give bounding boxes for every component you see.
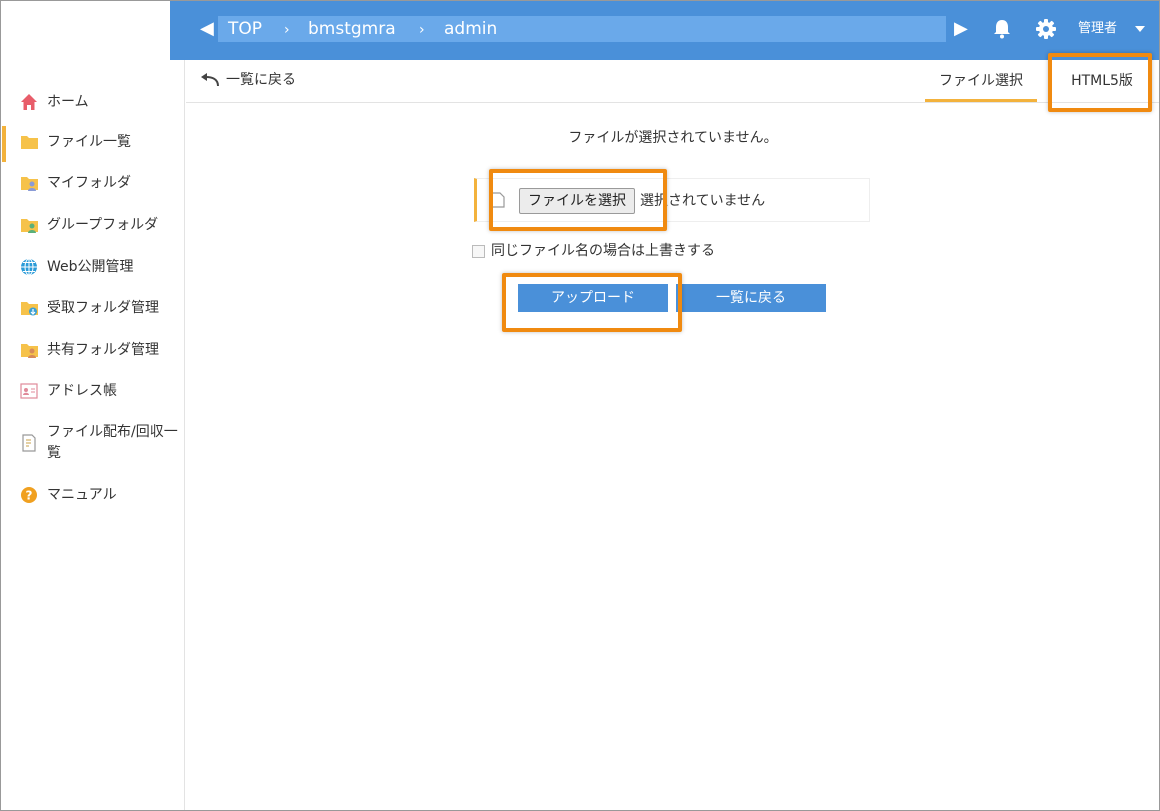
sidebar-item-receive-folder[interactable]: 受取フォルダ管理 xyxy=(0,298,184,318)
sidebar-item-file-distribution[interactable]: ファイル配布/回収一 覧 xyxy=(0,422,184,464)
sidebar-item-address-book[interactable]: アドレス帳 xyxy=(0,381,184,401)
chevron-down-icon[interactable] xyxy=(1135,26,1145,32)
shared-folder-icon xyxy=(19,340,39,360)
sidebar-item-label: 共有フォルダ管理 xyxy=(47,342,159,358)
overwrite-label: 同じファイル名の場合は上書きする xyxy=(491,243,715,259)
sidebar-item-label: ホーム xyxy=(47,94,89,110)
header-logo-area xyxy=(0,0,170,60)
overwrite-checkbox[interactable] xyxy=(472,244,485,258)
no-file-selected-message: ファイルが選択されていません。 xyxy=(568,130,778,146)
choose-file-button[interactable]: ファイルを選択 xyxy=(519,188,635,214)
my-folder-icon xyxy=(19,173,39,193)
back-to-list-label: 一覧に戻る xyxy=(226,72,296,88)
file-input-row: ファイルを選択 選択されていません xyxy=(474,178,870,222)
file-selection-status: 選択されていません xyxy=(640,193,766,209)
sidebar-item-group-folder[interactable]: グループフォルダ xyxy=(0,215,184,235)
sidebar-item-label: Web公開管理 xyxy=(47,259,134,275)
sidebar-item-label: グループフォルダ xyxy=(47,217,159,233)
distribution-icon xyxy=(19,433,39,453)
breadcrumb-folder[interactable]: bmstgmra xyxy=(308,18,396,40)
breadcrumb-separator: › xyxy=(419,22,425,38)
sidebar-item-file-list[interactable]: ファイル一覧 xyxy=(0,126,184,162)
tab-html5[interactable]: HTML5版 xyxy=(1054,60,1150,102)
breadcrumb-next-arrow-icon[interactable]: ▶ xyxy=(954,20,968,38)
sidebar-item-label: ファイル一覧 xyxy=(47,134,131,150)
user-menu[interactable]: 管理者 xyxy=(1078,18,1117,40)
overwrite-option[interactable]: 同じファイル名の場合は上書きする xyxy=(472,241,715,261)
back-to-list-button[interactable]: 一覧に戻る xyxy=(676,284,826,312)
bell-icon[interactable] xyxy=(990,16,1014,42)
sidebar-item-manual[interactable]: ? マニュアル xyxy=(0,485,184,505)
sidebar-item-label: アドレス帳 xyxy=(47,383,117,399)
undo-arrow-icon xyxy=(200,73,220,87)
back-to-list-link[interactable]: 一覧に戻る xyxy=(200,70,296,90)
sidebar-item-label-line2: 覧 xyxy=(47,445,61,461)
sidebar-item-home[interactable]: ホーム xyxy=(0,92,184,112)
top-header: ◀ TOP › bmstgmra › admin ▶ 管理者 xyxy=(0,0,1160,60)
address-book-icon xyxy=(19,381,39,401)
home-icon xyxy=(19,92,39,112)
tab-file-select[interactable]: ファイル選択 xyxy=(925,60,1037,102)
breadcrumb-prev-arrow-icon[interactable]: ◀ xyxy=(200,20,214,38)
gear-icon[interactable] xyxy=(1034,16,1058,42)
sidebar-item-label: マイフォルダ xyxy=(47,175,131,191)
breadcrumb-top[interactable]: TOP xyxy=(228,18,262,40)
sidebar-item-label: マニュアル xyxy=(47,487,117,503)
upload-button[interactable]: アップロード xyxy=(518,284,668,312)
breadcrumb-separator: › xyxy=(284,22,290,38)
svg-text:?: ? xyxy=(26,489,33,503)
group-folder-icon xyxy=(19,215,39,235)
breadcrumb-current[interactable]: admin xyxy=(444,18,497,40)
receive-folder-icon xyxy=(19,298,39,318)
sidebar-item-my-folder[interactable]: マイフォルダ xyxy=(0,173,184,193)
sidebar-item-shared-folder[interactable]: 共有フォルダ管理 xyxy=(0,340,184,360)
sidebar-item-web-publish[interactable]: Web公開管理 xyxy=(0,257,184,277)
help-icon: ? xyxy=(19,485,39,505)
sidebar-item-label: 受取フォルダ管理 xyxy=(47,300,159,316)
document-icon xyxy=(491,192,505,212)
content-toolbar: 一覧に戻る ファイル選択 HTML5版 xyxy=(186,60,1160,103)
globe-icon xyxy=(19,257,39,277)
sidebar: ホーム ファイル一覧 マイフォルダ グループフォルダ Web公開管理 受取フォル… xyxy=(0,60,185,811)
sidebar-item-label: ファイル配布/回収一 xyxy=(47,424,178,440)
folder-icon xyxy=(19,132,39,152)
